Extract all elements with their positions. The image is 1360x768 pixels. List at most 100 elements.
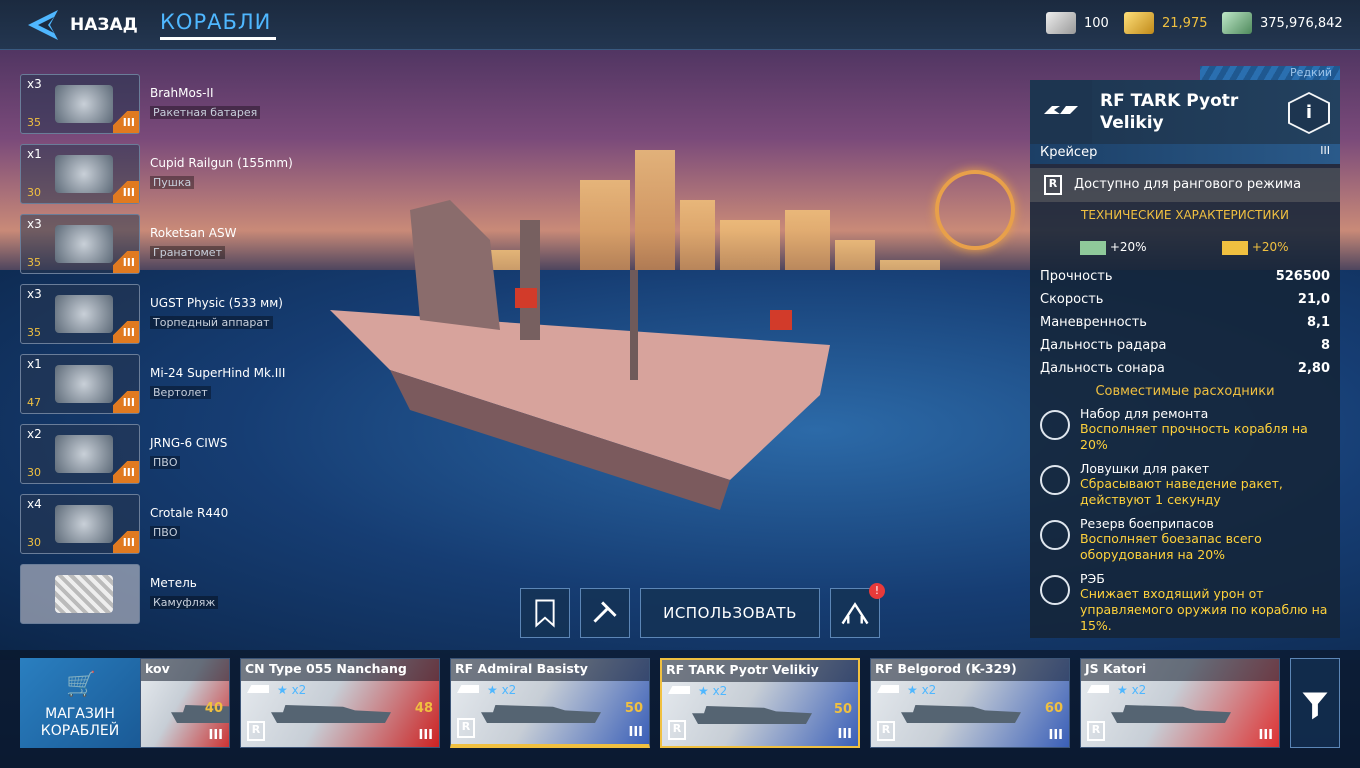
ranked-badge-icon: R [877, 721, 895, 741]
equipment-name: Roketsan ASW [150, 226, 237, 240]
equipment-tile[interactable] [20, 564, 140, 624]
upgrade-button[interactable]: ! [830, 583, 885, 638]
ship-shop-button[interactable]: 🛒 МАГАЗИН КОРАБЛЕЙ [20, 658, 140, 748]
fleet-ship-card[interactable]: RF Admiral Basisty ★ x2 50 III R [450, 658, 650, 748]
equipment-tier: III [113, 391, 139, 413]
stat-value: 8 [1320, 338, 1330, 353]
tools-button[interactable] [580, 588, 630, 638]
equipment-type: ПВО [150, 526, 181, 539]
fleet-ship-card[interactable]: kov 40 III [140, 658, 230, 748]
equipment-name: Mi-24 SuperHind Mk.III [150, 366, 286, 380]
back-arrow-icon [28, 10, 58, 40]
fleet-ship-card[interactable]: RF TARK Pyotr Velikiy ★ x2 50 III R [660, 658, 860, 748]
ship-card-tier: III [418, 728, 433, 743]
stat-value: 526500 [1275, 269, 1330, 284]
consumable-item: Резерв боеприпасов Восполняет боезапас в… [1040, 516, 1330, 563]
stat-row: Дальность сонара 2,80 [1040, 361, 1330, 376]
ship-card-name: CN Type 055 Nanchang [245, 661, 407, 676]
equipment-tile[interactable]: x3 35 III [20, 214, 140, 274]
equipment-item[interactable]: x3 35 III UGST Physic (533 мм) Торпедный… [20, 284, 380, 344]
currency-gold[interactable]: 21,975 [1124, 12, 1208, 34]
stat-value: 2,80 [1297, 361, 1330, 376]
ship-thumbnail [901, 705, 1021, 723]
equipment-item[interactable]: x3 35 III Roketsan ASW Гранатомет [20, 214, 380, 274]
equipment-name: Crotale R440 [150, 506, 229, 520]
consumable-item: Набор для ремонта Восполняет прочность к… [1040, 406, 1330, 453]
stat-row: Дальность радара 8 [1040, 338, 1330, 353]
stat-label: Маневренность [1040, 315, 1147, 330]
bookmark-button[interactable] [520, 588, 570, 638]
use-button[interactable]: ИСПОЛЬЗОВАТЬ [640, 588, 820, 638]
equipment-type: ПВО [150, 456, 181, 469]
equipment-level: 30 [27, 186, 41, 199]
equipment-level: 47 [27, 396, 41, 409]
bonus-cash: +20% [1080, 240, 1147, 255]
ship-card-name: kov [145, 661, 170, 676]
equipment-level: 30 [27, 536, 41, 549]
ship-name: RF TARK Pyotr Velikiy [1100, 91, 1239, 133]
equipment-tile[interactable]: x2 30 III [20, 424, 140, 484]
tab-ships[interactable]: КОРАБЛИ [160, 10, 271, 34]
ship-card-tier: III [1048, 728, 1063, 743]
ship-card-level: 48 [414, 701, 433, 716]
ship-class-icon [247, 685, 269, 693]
equipment-tile[interactable]: x1 47 III [20, 354, 140, 414]
equipment-item[interactable]: x1 30 III Cupid Railgun (155mm) Пушка [20, 144, 380, 204]
equipment-tile[interactable]: x4 30 III [20, 494, 140, 554]
consumables-header: Совместимые расходники [1095, 384, 1275, 399]
consumable-desc: Снижает входящий урон от управляемого ор… [1080, 586, 1328, 633]
stat-row: Прочность 526500 [1040, 269, 1330, 284]
ship-class-icon [1087, 685, 1109, 693]
fleet-ship-card[interactable]: RF Belgorod (K-329) ★ x2 60 III R [870, 658, 1070, 748]
filter-button[interactable] [1290, 658, 1340, 748]
ship-thumbnail [481, 705, 601, 723]
consumable-desc: Восполняет прочность корабля на 20% [1080, 421, 1308, 452]
equipment-tile[interactable]: x3 35 III [20, 74, 140, 134]
currency-cash[interactable]: 375,976,842 [1222, 12, 1343, 34]
equipment-type: Камуфляж [150, 596, 219, 609]
ship-card-stars: ★ x2 [907, 683, 937, 697]
equipment-level: 30 [27, 466, 41, 479]
equipment-tier: III [113, 321, 139, 343]
ship-thumbnail [692, 706, 812, 724]
equipment-type: Пушка [150, 176, 195, 189]
equipment-icon [55, 295, 113, 333]
back-button[interactable]: НАЗАД [28, 10, 138, 40]
info-icon: i [1290, 94, 1328, 132]
equipment-item[interactable]: x1 47 III Mi-24 SuperHind Mk.III Вертоле… [20, 354, 380, 414]
equipment-item[interactable]: x4 30 III Crotale R440 ПВО [20, 494, 380, 554]
equipment-tile[interactable]: x3 35 III [20, 284, 140, 344]
ship-info-panel: Редкий RF TARK Pyotr Velikiy i Крейсер I… [1030, 66, 1340, 638]
equipment-level: 35 [27, 116, 41, 129]
consumable-item: РЭБ Снижает входящий урон от управляемог… [1040, 571, 1330, 634]
equipment-count: x3 [27, 287, 42, 301]
ship-thumbnail [271, 705, 391, 723]
gold-bar-icon [1222, 240, 1248, 255]
equipment-type: Ракетная батарея [150, 106, 261, 119]
wrench-icon [593, 601, 617, 623]
gold-value: 21,975 [1162, 15, 1208, 31]
equipment-item[interactable]: x2 30 III JRNG-6 CIWS ПВО [20, 424, 380, 484]
consumable-name: Набор для ремонта [1080, 406, 1209, 421]
stat-label: Дальность сонара [1040, 361, 1165, 376]
ship-card-stars: ★ x2 [277, 683, 307, 697]
equipment-tier: III [113, 461, 139, 483]
ship-card-level: 40 [204, 701, 223, 716]
equipment-item[interactable]: Метель Камуфляж [20, 564, 380, 624]
bonus-cash-value: +20% [1109, 240, 1147, 254]
silver-bar-icon [1046, 12, 1076, 34]
bonus-gold-value: +20% [1251, 240, 1289, 254]
currency-silver[interactable]: 100 [1046, 12, 1109, 34]
fleet-ship-card[interactable]: JS Katori ★ x2 III R [1080, 658, 1280, 748]
ship-card-name: JS Katori [1085, 661, 1147, 676]
fleet-ship-card[interactable]: CN Type 055 Nanchang ★ x2 48 III R [240, 658, 440, 748]
equipment-item[interactable]: x3 35 III BrahMos-II Ракетная батарея [20, 74, 380, 134]
stat-label: Скорость [1040, 292, 1104, 307]
ranked-badge-icon: R [457, 718, 475, 738]
ship-model[interactable] [330, 180, 850, 520]
equipment-tile[interactable]: x1 30 III [20, 144, 140, 204]
rarity-label: Редкий [1200, 66, 1340, 80]
equipment-icon [55, 435, 113, 473]
top-bar: НАЗАД КОРАБЛИ 100 21,975 375,976,842 [0, 0, 1360, 50]
info-button[interactable]: i [1288, 92, 1330, 134]
